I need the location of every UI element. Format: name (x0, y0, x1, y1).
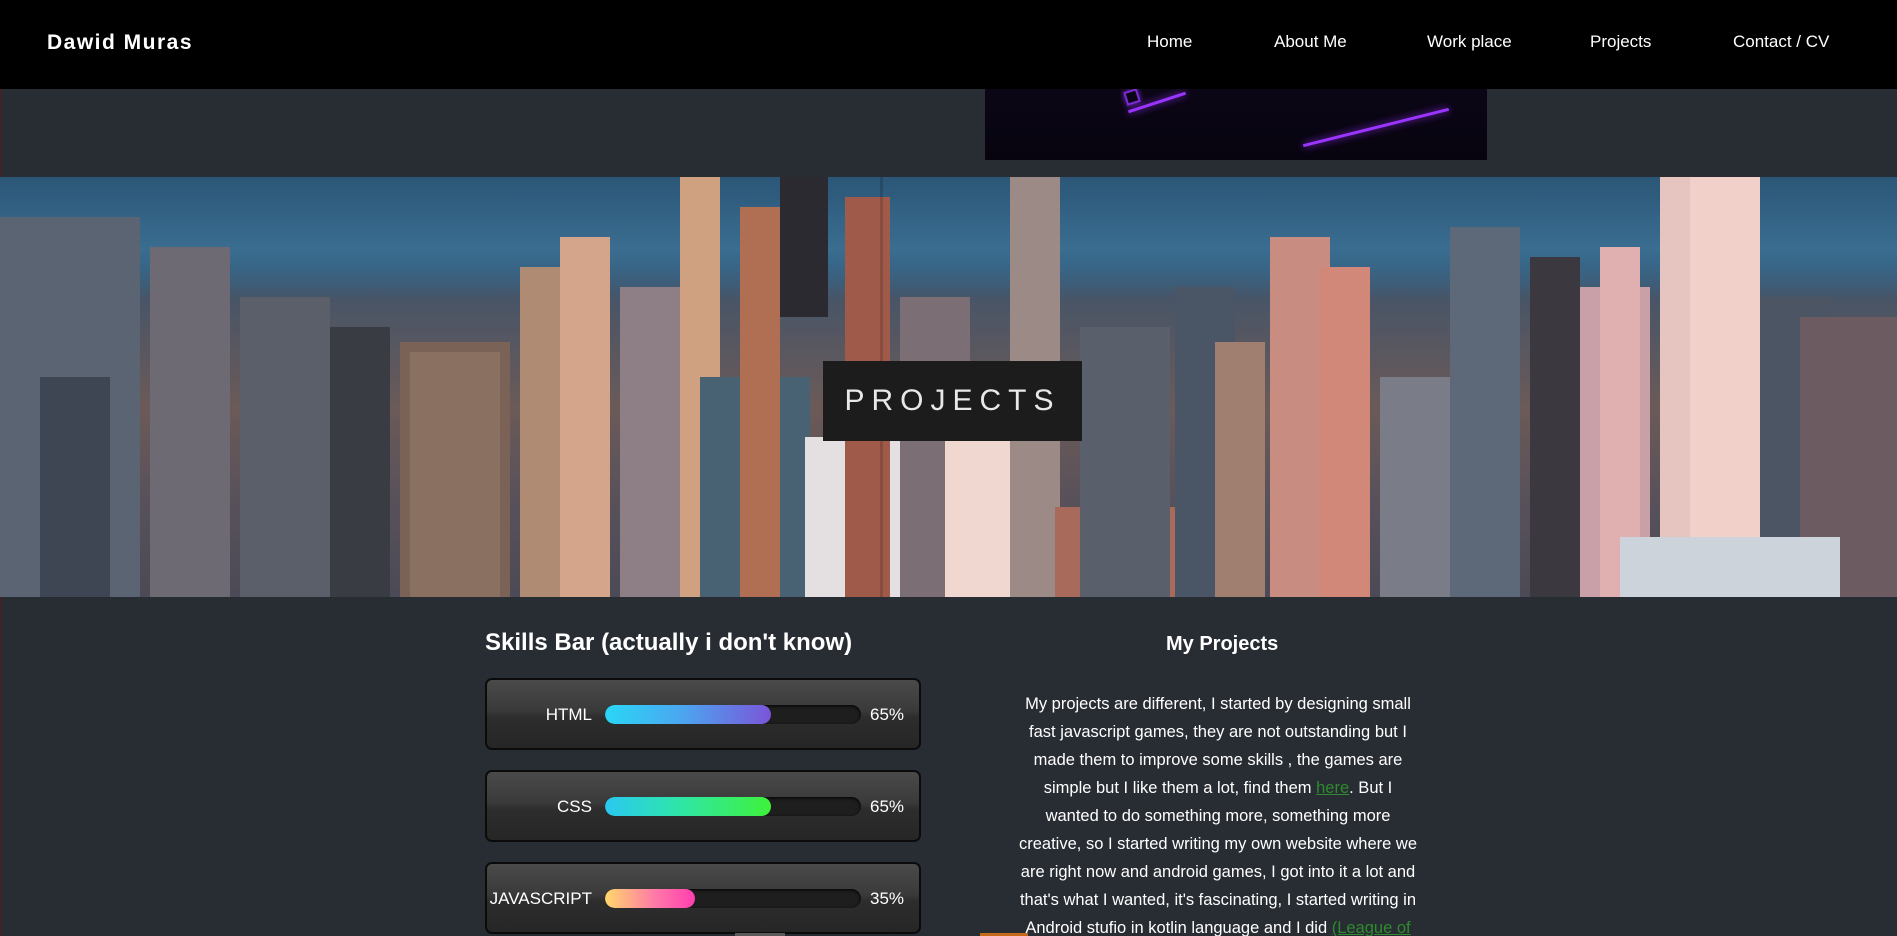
nav-link-about-me[interactable]: About Me (1274, 32, 1347, 52)
skill-bar-css: CSS 65% (485, 770, 921, 842)
skill-percent: 35% (870, 889, 905, 908)
skill-progress-track (605, 705, 861, 724)
my-projects-heading: My Projects (1166, 633, 1279, 655)
skill-bar-html: HTML 65% (485, 678, 921, 750)
nav-link-contact-cv[interactable]: Contact / CV (1733, 32, 1829, 52)
games-link[interactable]: here (1316, 779, 1349, 797)
skill-progress-fill (605, 705, 772, 724)
page-title: PROJECTS (844, 384, 1061, 417)
skill-progress-track (605, 889, 861, 908)
skill-progress-fill (605, 797, 772, 816)
page-title-box: PROJECTS (823, 361, 1082, 441)
skill-progress-fill (605, 889, 695, 908)
skill-label: JAVASCRIPT (489, 889, 592, 908)
hero-banner: PROJECTS (0, 177, 1897, 597)
my-projects-paragraph: My projects are different, I started by … (1016, 690, 1420, 936)
navbar: Dawid Muras Home About Me Work place Pro… (0, 0, 1897, 89)
skill-percent: 65% (870, 705, 905, 724)
nav-link-projects[interactable]: Projects (1590, 32, 1651, 52)
page: Dawid Muras Home About Me Work place Pro… (0, 0, 1897, 936)
neon-light-stripe (1302, 107, 1450, 148)
skill-bar-javascript: JAVASCRIPT 35% (485, 862, 921, 934)
nav-link-work-place[interactable]: Work place (1427, 32, 1512, 52)
skill-label: HTML (545, 705, 592, 724)
skills-heading: Skills Bar (actually i don't know) (485, 629, 853, 656)
neon-key-outline (1123, 88, 1141, 106)
paragraph-text: . But I wanted to do something more, som… (1019, 779, 1417, 936)
nav-link-home[interactable]: Home (1147, 32, 1192, 52)
skill-progress-track (605, 797, 861, 816)
skill-label: CSS (557, 797, 592, 816)
skill-percent: 65% (870, 797, 905, 816)
nav-menu: Home About Me Work place Projects Contac… (0, 32, 1897, 56)
